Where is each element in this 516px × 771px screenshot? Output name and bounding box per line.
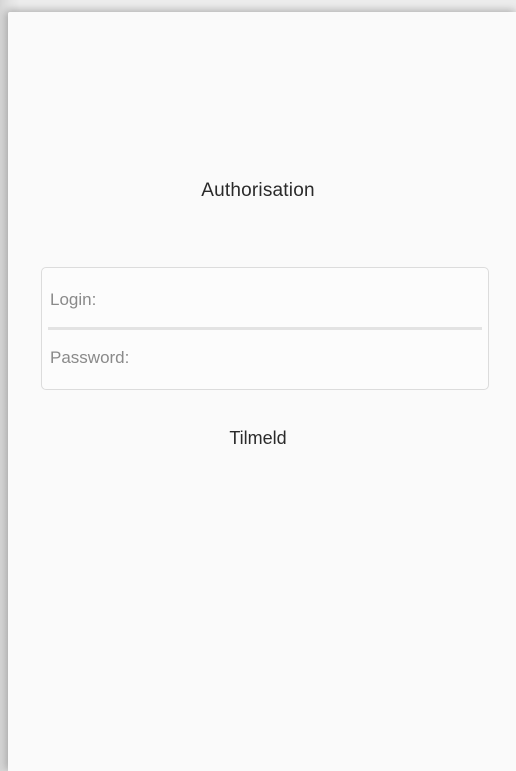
login-field-container <box>42 272 488 328</box>
password-input[interactable] <box>42 330 488 386</box>
submit-row: Tilmeld <box>0 424 516 453</box>
app-screen <box>8 12 516 771</box>
page-title: Authorisation <box>201 180 315 201</box>
login-form <box>41 267 489 390</box>
submit-button[interactable]: Tilmeld <box>217 424 298 453</box>
login-input[interactable] <box>42 272 488 328</box>
password-field-container <box>42 330 488 386</box>
